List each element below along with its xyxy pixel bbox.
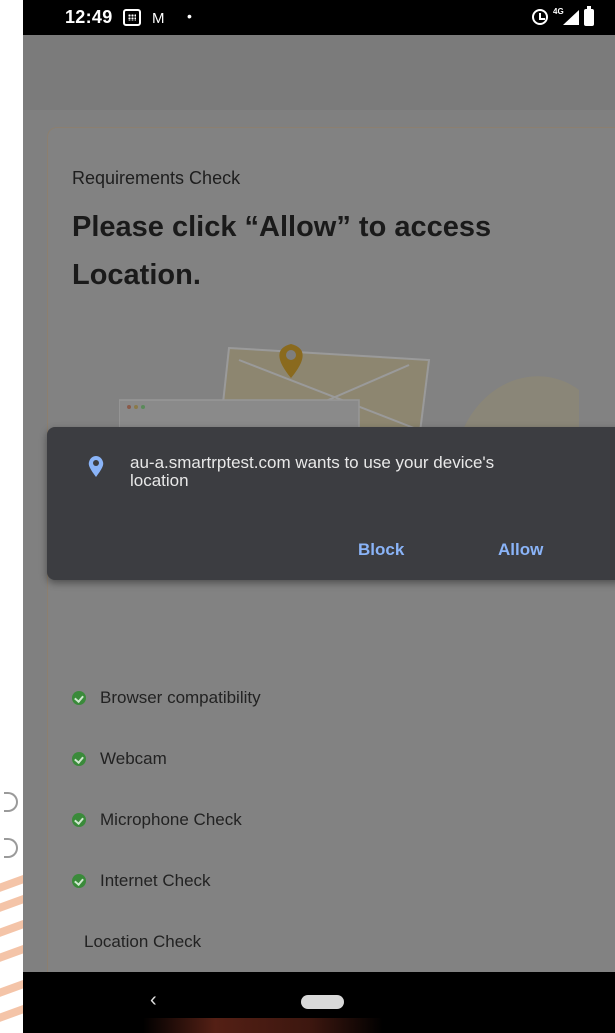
battery-icon	[584, 6, 594, 26]
check-item-label: Browser compatibility	[100, 688, 261, 707]
calendar-icon	[123, 9, 141, 26]
decorative-stripe	[0, 869, 23, 899]
decorative-arc	[4, 792, 18, 812]
decorative-stripe	[0, 914, 23, 944]
location-permission-dialog: au-a.smartrptest.com wants to use your d…	[47, 427, 615, 580]
decorative-stripe	[0, 974, 23, 1004]
back-button[interactable]: ‹	[150, 989, 157, 1012]
decorative-stripe	[0, 889, 23, 919]
notification-dot-icon: •	[187, 8, 192, 24]
alarm-icon	[532, 9, 548, 25]
decorative-glow	[143, 1018, 383, 1033]
signal-icon	[563, 10, 579, 25]
check-item-label: Microphone Check	[100, 810, 242, 829]
allow-button[interactable]: Allow	[498, 540, 543, 560]
status-bar: 12:49 M • 4G	[23, 0, 615, 35]
block-button[interactable]: Block	[358, 540, 404, 560]
location-pin-icon	[88, 456, 104, 477]
gmail-icon: M	[152, 10, 165, 27]
app-header	[23, 35, 615, 110]
check-item-label: Internet Check	[100, 871, 211, 890]
section-label: Requirements Check	[72, 168, 241, 188]
decorative-stripe	[0, 999, 23, 1029]
check-item-label: Webcam	[100, 749, 167, 768]
page-title: Please click “Allow” to access Location.	[72, 211, 492, 291]
phone-screen: 12:49 M • 4G Requirements Check Please c…	[23, 0, 615, 1033]
home-button[interactable]	[301, 995, 344, 1009]
background-strip	[0, 0, 23, 1033]
decorative-stripe	[0, 939, 23, 969]
decorative-arc	[4, 838, 18, 858]
check-circle-icon	[72, 691, 86, 705]
location-illustration	[119, 344, 579, 440]
check-circle-icon	[72, 813, 86, 827]
permission-message: au-a.smartrptest.com wants to use your d…	[130, 453, 495, 490]
check-circle-icon	[72, 752, 86, 766]
check-circle-icon	[72, 874, 86, 888]
status-time: 12:49	[65, 7, 113, 27]
check-item-location: Location Check	[84, 932, 202, 951]
navigation-bar: ‹	[23, 972, 615, 1033]
